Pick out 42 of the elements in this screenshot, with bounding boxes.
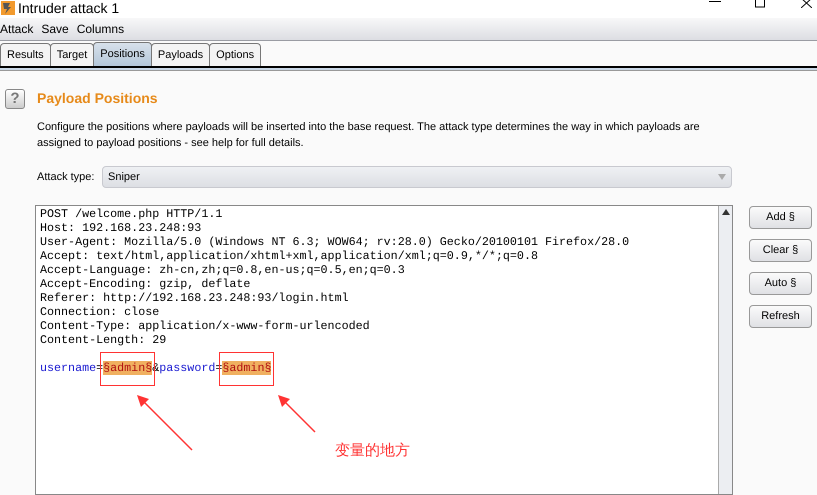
close-icon[interactable] <box>801 0 812 8</box>
parameter-name: password <box>159 361 216 375</box>
menu-item[interactable]: Save <box>41 20 69 38</box>
menu-item[interactable]: Attack <box>0 20 34 38</box>
request-line: POST /welcome.php HTTP/1.1 <box>40 207 224 221</box>
menu-item[interactable]: Columns <box>76 20 124 38</box>
section-description: Configure the positions where payloads will be inserted into the base request. The attack type determines the way in which payloads are assigned to payload positions - see help for full details. <box>37 120 701 151</box>
payload-marker: §admin§ <box>103 361 152 375</box>
tab[interactable]: Options <box>209 43 262 66</box>
minimize-icon[interactable] <box>709 1 721 3</box>
request-line: Connection: close <box>40 305 160 319</box>
tab[interactable]: Results <box>0 43 51 66</box>
attack-type-label: Attack type: <box>37 170 96 185</box>
action-button[interactable]: Add § <box>749 206 812 229</box>
scroll-up-icon[interactable] <box>722 209 730 215</box>
window-title: Intruder attack 1 <box>18 0 120 16</box>
request-line: Accept-Language: zh-cn,zh;q=0.8,en-us;q=0.5,en;q=0.3 <box>40 263 406 277</box>
attack-type-dropdown[interactable]: Sniper <box>102 166 732 188</box>
request-line: Content-Type: application/x-www-form-urlencoded <box>40 319 371 333</box>
tab[interactable]: Payloads <box>150 43 210 66</box>
parameter-name: username <box>40 361 96 375</box>
action-button[interactable]: Clear § <box>749 239 812 262</box>
request-line: Accept-Encoding: gzip, deflate <box>40 277 252 291</box>
maximize-icon[interactable] <box>755 0 765 8</box>
help-icon[interactable]: ? <box>5 88 25 108</box>
arrow-drawing <box>277 394 317 434</box>
action-button[interactable]: Auto § <box>749 272 812 295</box>
tab[interactable]: Positions <box>93 42 152 66</box>
app-icon <box>1 1 15 15</box>
request-line: Referer: http://192.168.23.248:93/login.html <box>40 291 350 305</box>
action-button[interactable]: Refresh <box>749 305 812 328</box>
request-line: Accept: text/html,application/xhtml+xml,application/xml;q=0.9,*/*;q=0.8 <box>40 249 539 263</box>
scrollbar[interactable] <box>718 206 732 494</box>
arrow-drawing <box>136 394 194 452</box>
payload-marker: §admin§ <box>222 361 272 375</box>
request-line: User-Agent: Mozilla/5.0 (Windows NT 6.3; WOW64; rv:28.0) Gecko/20100101 Firefox/28.0 <box>40 235 630 249</box>
tab[interactable]: Target <box>50 43 94 66</box>
dropdown-arrow-icon <box>718 174 726 180</box>
request-line: Content-Length: 29 <box>40 333 168 347</box>
request-line: Host: 192.168.23.248:93 <box>40 221 202 235</box>
annotation-label: 变量的地方 <box>335 441 410 461</box>
section-title: Payload Positions <box>37 89 158 108</box>
